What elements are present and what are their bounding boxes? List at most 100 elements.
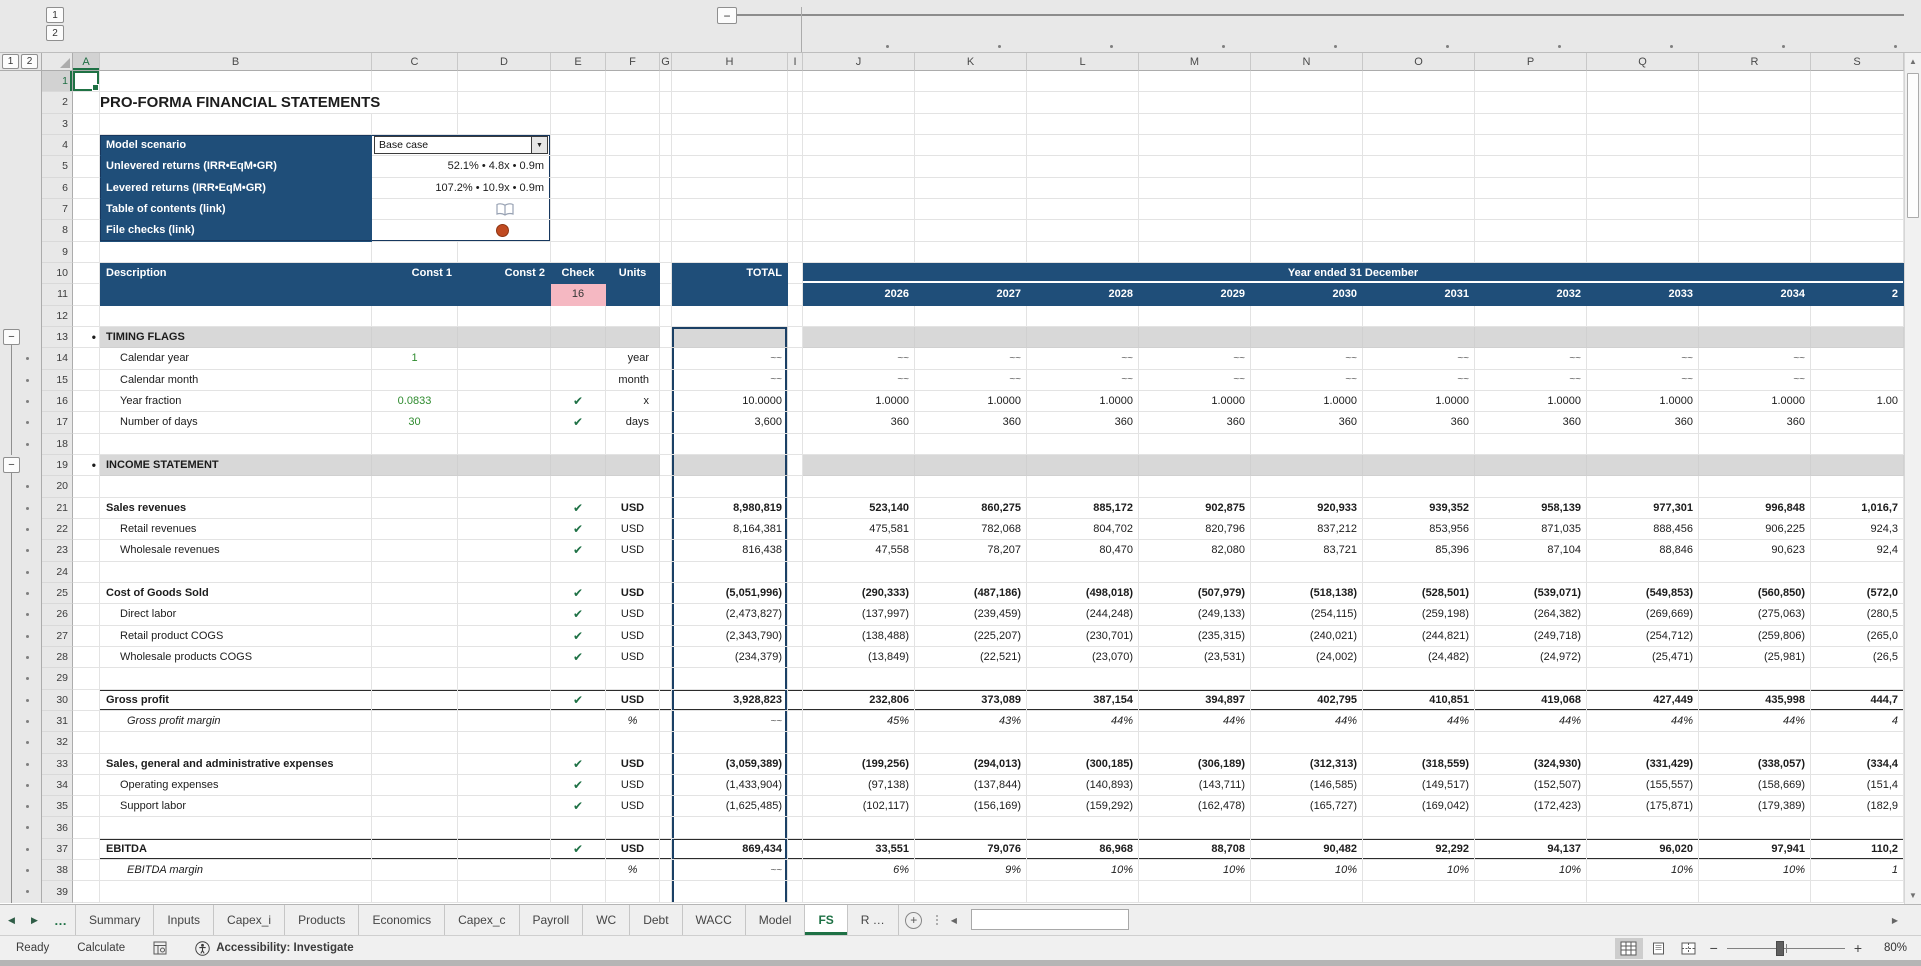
cell-H13[interactable]: [672, 326, 788, 349]
cell-I38[interactable]: [788, 860, 803, 882]
cell-K13[interactable]: [915, 326, 1027, 349]
cell-F28[interactable]: USD: [606, 646, 660, 669]
cell-C29[interactable]: [372, 668, 458, 690]
cell-N29[interactable]: [1251, 668, 1363, 690]
row-group-collapse-button[interactable]: −: [3, 328, 20, 345]
cell-G7[interactable]: [660, 198, 672, 221]
cell-N20[interactable]: [1251, 476, 1363, 498]
column-header-O[interactable]: O: [1363, 53, 1475, 71]
cell-C12[interactable]: [372, 305, 458, 327]
cell-J34[interactable]: (97,138): [803, 774, 915, 797]
cell-L9[interactable]: [1027, 241, 1139, 263]
cell-A34[interactable]: [73, 774, 100, 797]
cell-C5[interactable]: 52.1% • 4.8x • 0.9m: [372, 156, 551, 178]
cell-S34[interactable]: (151,4: [1811, 774, 1904, 797]
cell-P5[interactable]: [1475, 156, 1587, 178]
cell-G17[interactable]: [660, 412, 672, 434]
cell-S30[interactable]: 444,7: [1811, 689, 1904, 711]
cell-H39[interactable]: [672, 881, 788, 903]
cell-N9[interactable]: [1251, 241, 1363, 263]
cell-O22[interactable]: 853,956: [1363, 518, 1475, 541]
cell-L38[interactable]: 10%: [1027, 860, 1139, 882]
cell-H10[interactable]: TOTAL: [672, 262, 788, 285]
row-header-35[interactable]: 35: [42, 796, 73, 818]
cell-C30[interactable]: [372, 689, 458, 711]
cell-L24[interactable]: [1027, 561, 1139, 583]
cell-J4[interactable]: [803, 134, 915, 157]
cell-R9[interactable]: [1699, 241, 1811, 263]
column-header-Q[interactable]: Q: [1587, 53, 1699, 71]
cell-G19[interactable]: [660, 454, 672, 477]
cell-G34[interactable]: [660, 774, 672, 797]
cell-A2[interactable]: [73, 92, 100, 114]
cell-G16[interactable]: [660, 390, 672, 413]
cell-J39[interactable]: [803, 881, 915, 903]
normal-view-button[interactable]: [1614, 937, 1643, 959]
cell-B32[interactable]: [100, 732, 372, 754]
cell-M16[interactable]: 1.0000: [1139, 390, 1251, 413]
cell-P18[interactable]: [1475, 433, 1587, 455]
cell-O35[interactable]: (169,042): [1363, 796, 1475, 818]
cell-M5[interactable]: [1139, 156, 1251, 178]
cell-M23[interactable]: 82,080: [1139, 540, 1251, 562]
cell-K12[interactable]: [915, 305, 1027, 327]
cell-Q27[interactable]: (254,712): [1587, 625, 1699, 647]
cell-S18[interactable]: [1811, 433, 1904, 455]
cell-S14[interactable]: [1811, 348, 1904, 370]
cell-R13[interactable]: [1699, 326, 1811, 349]
cell-J23[interactable]: 47,558: [803, 540, 915, 562]
row-header-12[interactable]: 12: [42, 305, 73, 327]
cell-B11[interactable]: [100, 284, 372, 306]
cell-R24[interactable]: [1699, 561, 1811, 583]
cell-M19[interactable]: [1139, 454, 1251, 477]
cell-I31[interactable]: [788, 710, 803, 733]
cell-O20[interactable]: [1363, 476, 1475, 498]
cell-B30[interactable]: Gross profit: [100, 689, 372, 711]
cell-Q32[interactable]: [1587, 732, 1699, 754]
cell-I22[interactable]: [788, 518, 803, 541]
cell-J14[interactable]: ~~: [803, 348, 915, 370]
cell-E6[interactable]: [551, 177, 606, 199]
cell-B2[interactable]: PRO-FORMA FINANCIAL STATEMENTS: [100, 92, 380, 114]
cell-D15[interactable]: [458, 369, 551, 391]
row-header-25[interactable]: 25: [42, 582, 73, 605]
cell-E14[interactable]: [551, 348, 606, 370]
cell-S27[interactable]: (265,0: [1811, 625, 1904, 647]
cell-C7[interactable]: [372, 198, 551, 221]
cell-I18[interactable]: [788, 433, 803, 455]
scroll-down-arrow[interactable]: ▼: [1905, 887, 1921, 904]
cell-E7[interactable]: [551, 198, 606, 221]
cell-Q2[interactable]: [1587, 92, 1699, 114]
cell-D25[interactable]: [458, 582, 551, 605]
cell-K15[interactable]: ~~: [915, 369, 1027, 391]
cell-A33[interactable]: [73, 753, 100, 775]
cell-F24[interactable]: [606, 561, 660, 583]
cell-I1[interactable]: [788, 71, 803, 93]
cell-C34[interactable]: [372, 774, 458, 797]
cell-L12[interactable]: [1027, 305, 1139, 327]
row-header-3[interactable]: 3: [42, 113, 73, 135]
cell-H34[interactable]: (1,433,904): [672, 774, 788, 797]
cell-E23[interactable]: ✔: [551, 540, 606, 562]
cell-G2[interactable]: [660, 92, 672, 114]
cell-H8[interactable]: [672, 220, 788, 242]
row-header-8[interactable]: 8: [42, 220, 73, 242]
cell-H27[interactable]: (2,343,790): [672, 625, 788, 647]
cell-C15[interactable]: [372, 369, 458, 391]
zoom-slider-thumb[interactable]: [1776, 940, 1785, 956]
cell-H31[interactable]: ~~: [672, 710, 788, 733]
cell-B4[interactable]: Model scenario: [100, 134, 372, 157]
row-header-23[interactable]: 23: [42, 540, 73, 562]
column-header-N[interactable]: N: [1251, 53, 1363, 71]
sheet-tab-inputs[interactable]: Inputs: [154, 905, 215, 935]
cell-N4[interactable]: [1251, 134, 1363, 157]
cell-Q8[interactable]: [1587, 220, 1699, 242]
cell-A16[interactable]: [73, 390, 100, 413]
cell-B36[interactable]: [100, 817, 372, 839]
cell-K5[interactable]: [915, 156, 1027, 178]
cell-R21[interactable]: 996,848: [1699, 497, 1811, 519]
cell-S20[interactable]: [1811, 476, 1904, 498]
cell-L25[interactable]: (498,018): [1027, 582, 1139, 605]
cell-H36[interactable]: [672, 817, 788, 839]
cell-J21[interactable]: 523,140: [803, 497, 915, 519]
